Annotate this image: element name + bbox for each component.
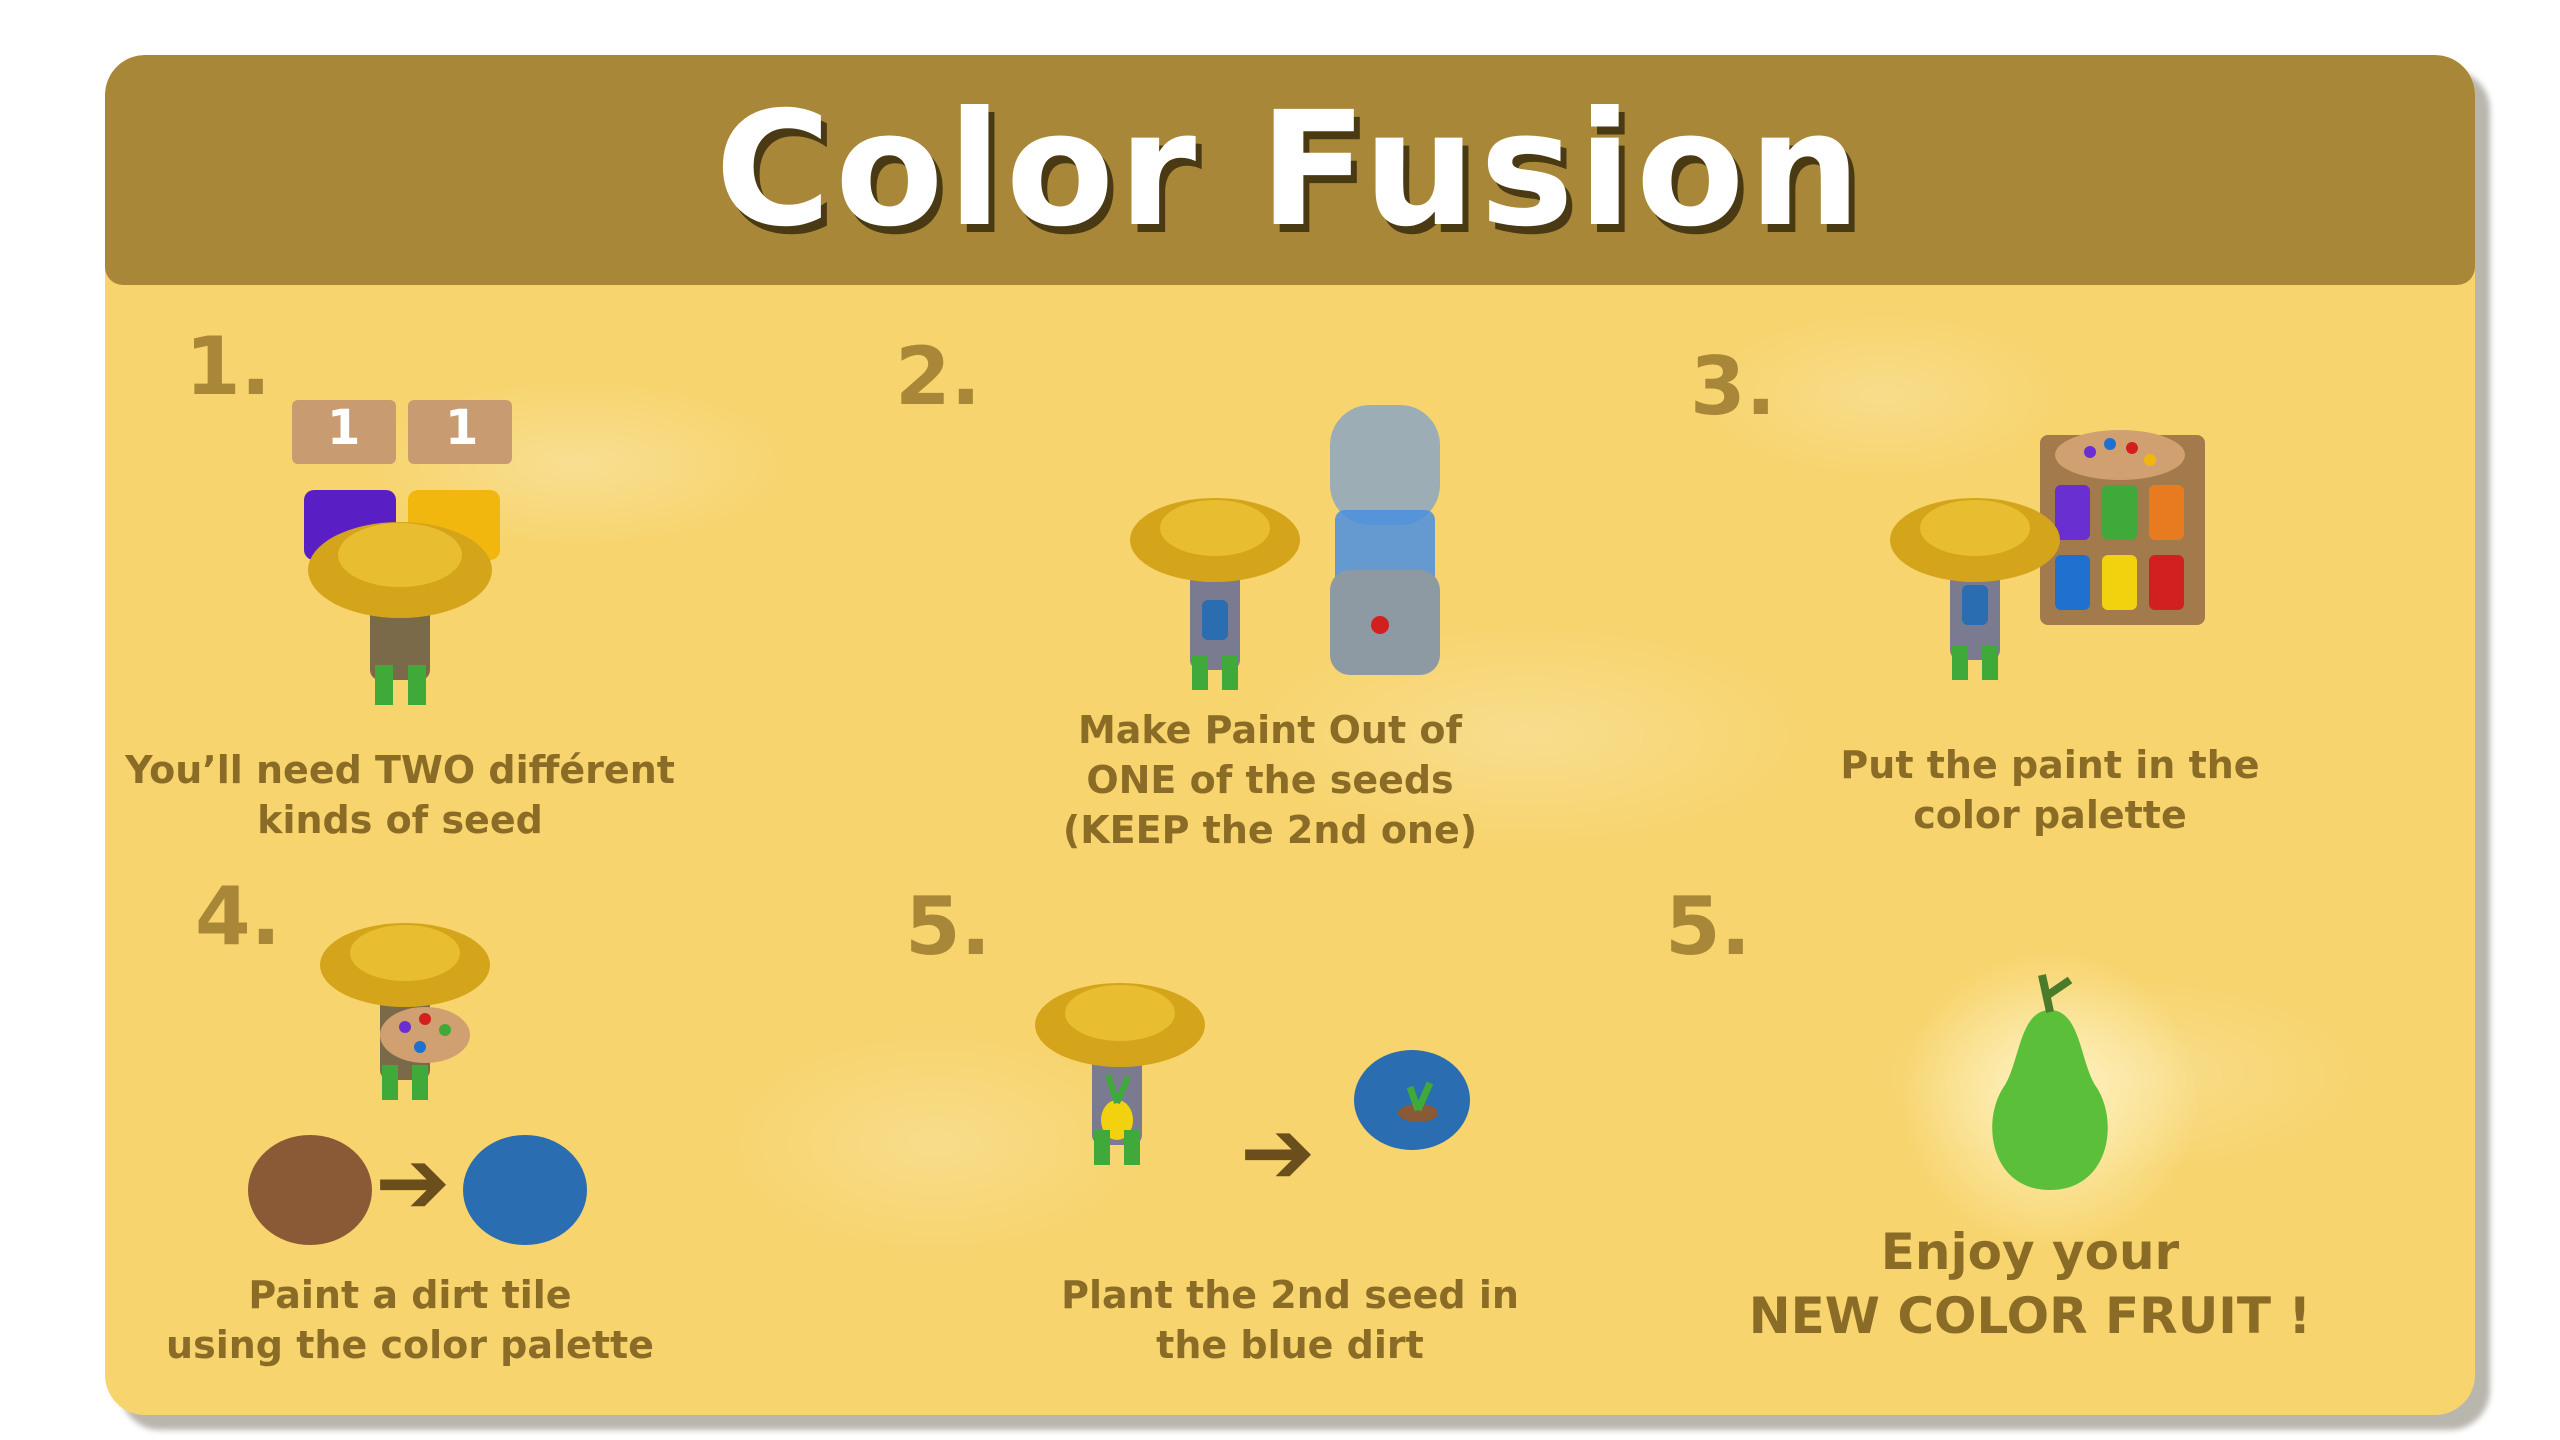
step-2-caption: Make Paint Out of ONE of the seeds (KEEP… <box>1062 708 1478 852</box>
machine-button <box>1371 616 1389 634</box>
step-number-1: 1. <box>185 320 272 413</box>
blue-dirt-tile <box>463 1135 587 1245</box>
step-number-5: 5. <box>905 880 992 973</box>
step-1-caption: You’ll need TWO différent kinds of seed <box>125 748 675 842</box>
farmer-boot-left <box>375 665 393 705</box>
page-title: Color Fusion <box>715 78 1865 262</box>
step-number-2: 2. <box>895 330 982 423</box>
step-number-6: 5. <box>1665 880 1752 973</box>
arrow-right-icon: ➔ <box>375 1130 451 1235</box>
paint-jar <box>1202 600 1228 640</box>
step-5-caption: Plant the 2nd seed in the blue dirt <box>1061 1273 1519 1367</box>
sign-label-left: 1 <box>327 400 361 456</box>
step-6-caption: Enjoy your NEW COLOR FRUIT ! <box>1748 1223 2312 1345</box>
farmer-boot-right <box>408 665 426 705</box>
dirt-tile <box>248 1135 372 1245</box>
step-3-illustration <box>1890 430 2205 680</box>
step-3-caption: Put the paint in the color palette <box>1840 743 2260 837</box>
arrow-right-icon: ➔ <box>1240 1100 1316 1205</box>
step-4-caption: Paint a dirt tile using the color palett… <box>166 1273 654 1367</box>
paint-machine-top <box>1330 405 1440 525</box>
palette-icon <box>2055 430 2185 480</box>
step-1-illustration <box>292 400 512 705</box>
sign-label-right: 1 <box>445 400 479 456</box>
step-6-illustration <box>1900 950 2200 1250</box>
step-2-illustration <box>1130 405 1440 690</box>
step-number-3: 3. <box>1690 340 1777 433</box>
